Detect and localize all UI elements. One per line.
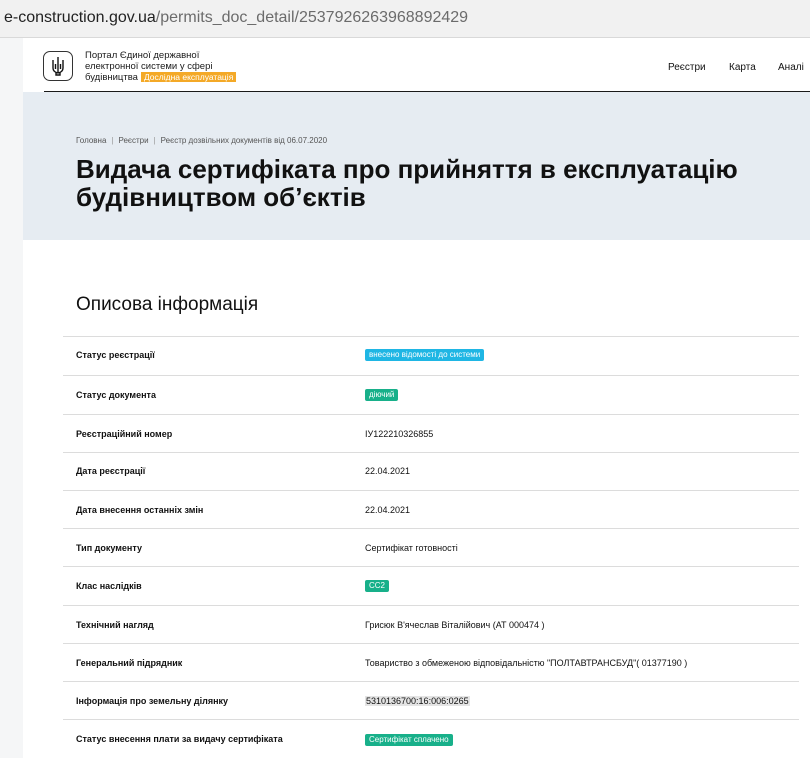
info-row-registration-number: Реєстраційний номер ІУ122210326855 — [63, 414, 799, 453]
info-row-payment-status: Статус внесення плати за видачу сертифік… — [63, 719, 799, 758]
info-row-document-status: Статус документа діючий — [63, 375, 799, 414]
breadcrumb: Головна | Реєстри | Реєстр дозвільних докуме… — [76, 136, 327, 145]
row-value: Грисюк В'ячеслав Віталійович (АТ 000474 … — [365, 620, 545, 630]
info-row-general-contractor: Генеральний підрядник Товариство з обмеж… — [63, 643, 799, 682]
url-host: e-construction.gov.ua — [4, 9, 156, 26]
row-label: Клас наслідків — [76, 581, 142, 591]
info-row-consequence-class: Клас наслідків СС2 — [63, 566, 799, 605]
row-label: Технічний нагляд — [76, 620, 154, 630]
site-header: Портал Єдиної державної електронної сист… — [23, 38, 810, 92]
row-value: ІУ122210326855 — [365, 429, 434, 439]
page-title: Видача сертифіката про прийняття в експл… — [76, 155, 738, 211]
left-gutter — [0, 38, 23, 758]
info-row-land-plot: Інформація про земельну ділянку 53101367… — [63, 681, 799, 720]
row-value: 22.04.2021 — [365, 505, 411, 515]
class-badge: СС2 — [365, 580, 390, 592]
info-row-document-type: Тип документу Сертифікат готовності — [63, 528, 799, 567]
portal-title-line-2: електронної системи у сфері — [85, 60, 213, 72]
row-label: Статус документа — [76, 390, 156, 400]
row-label: Тип документу — [76, 543, 142, 553]
hero-banner: Головна | Реєстри | Реєстр дозвільних докуме… — [23, 92, 810, 240]
breadcrumb-home[interactable]: Головна — [76, 136, 106, 145]
nav-registries[interactable]: Реєстри — [668, 62, 706, 73]
status-badge: внесено відомості до системи — [365, 349, 485, 361]
row-label: Статус внесення плати за видачу сертифік… — [76, 734, 283, 744]
cadastral-number[interactable]: 5310136700:16:006:0265 — [365, 696, 470, 706]
portal-title[interactable]: Портал Єдиної державної електронної сист… — [85, 50, 265, 84]
breadcrumb-registries[interactable]: Реєстри — [118, 136, 148, 145]
breadcrumb-separator: | — [153, 136, 156, 145]
row-label: Інформація про земельну ділянку — [76, 696, 229, 706]
row-label: Дата реєстрації — [76, 466, 146, 476]
row-label: Реєстраційний номер — [76, 429, 173, 439]
row-label: Генеральний підрядник — [76, 658, 183, 668]
portal-title-line-1: Портал Єдиної державної — [85, 50, 200, 61]
trident-logo-icon[interactable] — [43, 51, 73, 81]
info-row-last-change-date: Дата внесення останніх змін 22.04.2021 — [63, 490, 799, 529]
page-title-line-1: Видача сертифіката про прийняття в експл… — [76, 154, 738, 184]
info-row-technical-supervision: Технічний нагляд Грисюк В'ячеслав Віталі… — [63, 605, 799, 644]
row-value: 22.04.2021 — [365, 466, 411, 476]
beta-badge: Дослідна експлуатація — [140, 72, 237, 82]
nav-analytics[interactable]: Аналі — [778, 62, 804, 73]
row-label: Статус реєстрації — [76, 350, 155, 360]
section-title: Описова інформація — [76, 294, 259, 315]
portal-title-line-3: будівництва — [85, 72, 138, 83]
url-path: /permits_doc_detail/2537926263968892429 — [155, 9, 469, 26]
status-badge: діючий — [365, 389, 399, 401]
nav-map[interactable]: Карта — [729, 62, 756, 73]
row-label: Дата внесення останніх змін — [76, 505, 204, 515]
breadcrumb-separator: | — [111, 136, 114, 145]
info-row-registration-date: Дата реєстрації 22.04.2021 — [63, 452, 799, 491]
page-title-line-2: будівництвом об’єктів — [76, 182, 366, 212]
payment-badge: Сертифікат сплачено — [365, 734, 453, 746]
url-text[interactable]: e-construction.gov.ua/permits_doc_detail… — [4, 9, 468, 27]
row-value: Товариство з обмеженою відповідальністю … — [365, 658, 688, 668]
browser-address-bar[interactable]: e-construction.gov.ua/permits_doc_detail… — [0, 0, 810, 38]
info-row-registration-status: Статус реєстрації внесено відомості до с… — [63, 336, 799, 375]
row-value: Сертифікат готовності — [365, 543, 458, 553]
breadcrumb-current: Реєстр дозвільних документів від 06.07.2… — [160, 136, 328, 145]
